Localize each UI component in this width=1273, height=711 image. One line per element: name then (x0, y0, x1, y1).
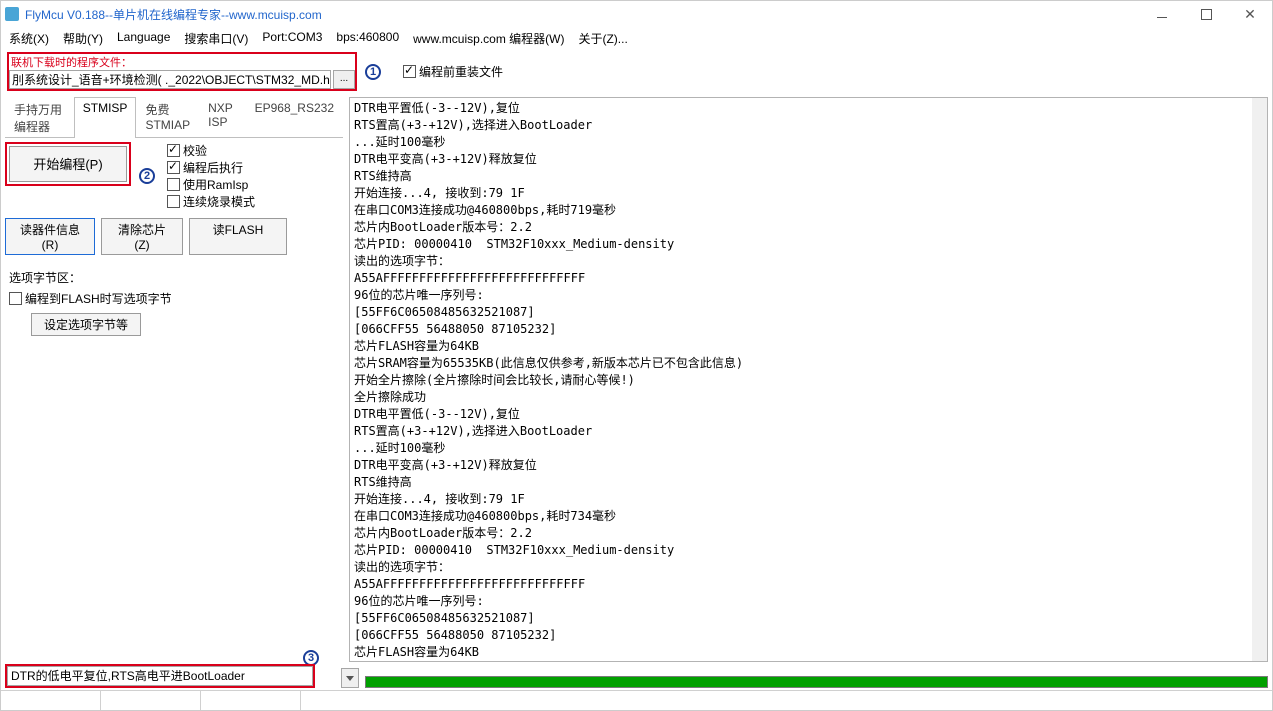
log-panel: DTR电平置低(-3--12V),复位 RTS置高(+3-+12V),选择进入B… (349, 97, 1268, 662)
app-icon (5, 7, 19, 21)
start-button-highlight: 开始编程(P) (5, 142, 131, 186)
bottom-area: 3 DTR的低电平复位,RTS高电平进BootLoader (5, 664, 1268, 688)
statusbar-cell-1 (1, 691, 101, 710)
chain-label: 连续烧录模式 (183, 193, 255, 210)
bootmode-dropdown-button[interactable] (341, 668, 359, 688)
set-optbytes-button[interactable]: 设定选项字节等 (31, 313, 141, 336)
tab-ep968[interactable]: EP968_RS232 (246, 97, 343, 138)
window-buttons (1140, 1, 1272, 27)
progress-bar (365, 676, 1268, 688)
verify-checkbox[interactable] (167, 144, 180, 157)
tab-handheld[interactable]: 手持万用编程器 (5, 97, 74, 138)
read-info-button[interactable]: 读器件信息(R) (5, 218, 95, 255)
verify-label: 校验 (183, 142, 207, 159)
menu-system[interactable]: 系统(X) (9, 30, 49, 47)
callout-1: 1 (365, 64, 381, 80)
ramisp-label: 使用RamIsp (183, 176, 248, 193)
log-text[interactable]: DTR电平置低(-3--12V),复位 RTS置高(+3-+12V),选择进入B… (350, 98, 1267, 661)
menu-bps[interactable]: bps:460800 (336, 30, 399, 47)
bootmode-combo-highlight: DTR的低电平复位,RTS高电平进BootLoader (5, 664, 315, 688)
maximize-button[interactable] (1184, 1, 1228, 27)
menubar: 系统(X) 帮助(Y) Language 搜索串口(V) Port:COM3 b… (1, 27, 1272, 50)
menu-site[interactable]: www.mcuisp.com 编程器(W) (413, 30, 564, 47)
menu-help[interactable]: 帮助(Y) (63, 30, 103, 47)
minimize-button[interactable] (1140, 1, 1184, 27)
menu-about[interactable]: 关于(Z)... (578, 30, 627, 47)
app-window: FlyMcu V0.188--单片机在线编程专家--www.mcuisp.com… (0, 0, 1273, 711)
ramisp-checkbox[interactable] (167, 178, 180, 191)
read-flash-button[interactable]: 读FLASH (189, 218, 287, 255)
write-optbytes-label: 编程到FLASH时写选项字节 (25, 290, 172, 307)
write-optbytes-checkbox[interactable] (9, 292, 22, 305)
file-row: 联机下载时的程序文件： 刖系统设计_语音+环境检测( ._2022\OBJECT… (1, 50, 1272, 97)
window-title: FlyMcu V0.188--单片机在线编程专家--www.mcuisp.com (25, 6, 322, 23)
start-programming-button[interactable]: 开始编程(P) (9, 146, 127, 182)
tab-stmisp[interactable]: STMISP (74, 97, 137, 138)
run-after-label: 编程后执行 (183, 159, 243, 176)
close-button[interactable] (1228, 1, 1272, 27)
reload-before-prog-checkbox[interactable] (403, 65, 416, 78)
callout-2: 2 (139, 168, 155, 184)
browse-button[interactable]: ... (333, 70, 355, 89)
chain-checkbox[interactable] (167, 195, 180, 208)
left-panel: 手持万用编程器 STMISP 免费STMIAP NXP ISP EP968_RS… (5, 97, 343, 662)
statusbar-cell-3 (201, 691, 301, 710)
tab-bar: 手持万用编程器 STMISP 免费STMIAP NXP ISP EP968_RS… (5, 97, 343, 138)
clear-chip-button[interactable]: 清除芯片(Z) (101, 218, 183, 255)
titlebar: FlyMcu V0.188--单片机在线编程专家--www.mcuisp.com (1, 1, 1272, 27)
main-area: 手持万用编程器 STMISP 免费STMIAP NXP ISP EP968_RS… (1, 97, 1272, 662)
log-scrollbar[interactable] (1252, 98, 1267, 661)
tab-nxpisp[interactable]: NXP ISP (199, 97, 245, 138)
option-bytes-title: 选项字节区： (9, 269, 339, 286)
file-area-label: 联机下载时的程序文件： (9, 54, 355, 70)
stmisp-body: 开始编程(P) 2 校验 编程后执行 (5, 138, 343, 340)
menu-language[interactable]: Language (117, 30, 170, 47)
reload-before-prog-row: 编程前重装文件 (403, 63, 503, 80)
menu-port[interactable]: Port:COM3 (262, 30, 322, 47)
reload-before-prog-label: 编程前重装文件 (419, 63, 503, 80)
statusbar-cell-2 (101, 691, 201, 710)
menu-search[interactable]: 搜索串口(V) (184, 30, 248, 47)
statusbar (1, 690, 1272, 710)
tab-stmiap[interactable]: 免费STMIAP (136, 97, 199, 138)
run-after-checkbox[interactable] (167, 161, 180, 174)
file-area-highlight: 联机下载时的程序文件： 刖系统设计_语音+环境检测( ._2022\OBJECT… (7, 52, 357, 91)
bootmode-combo[interactable]: DTR的低电平复位,RTS高电平进BootLoader (7, 666, 313, 686)
file-path-input[interactable]: 刖系统设计_语音+环境检测( ._2022\OBJECT\STM32_MD.he… (9, 70, 331, 89)
